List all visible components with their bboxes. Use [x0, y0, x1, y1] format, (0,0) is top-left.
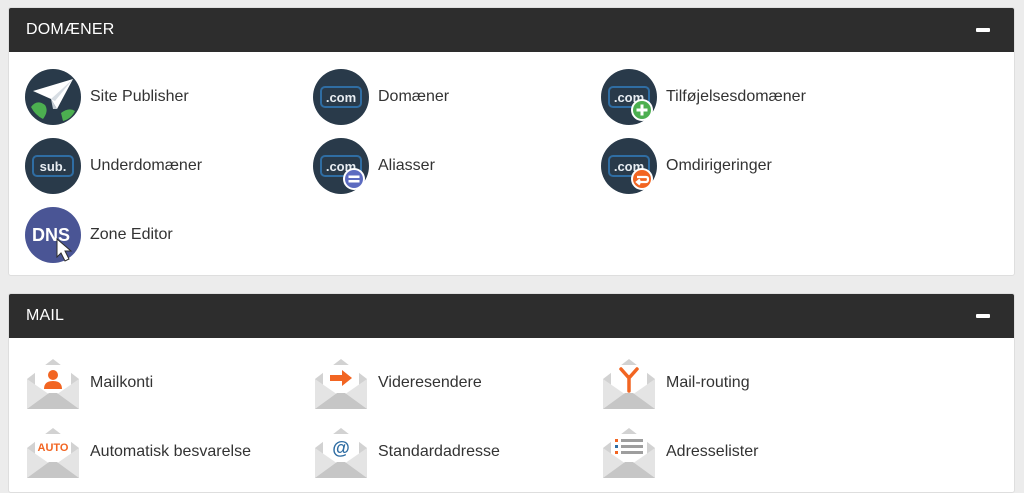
collapse-minus-icon[interactable]	[976, 314, 990, 318]
forwarders-label: Videresendere	[378, 374, 482, 391]
site-publisher-label: Site Publisher	[90, 88, 189, 105]
subdomains-link[interactable]: sub. Underdomæner	[25, 138, 313, 194]
aliases-link[interactable]: .com Aliasser	[313, 138, 601, 194]
default-address-icon: @	[315, 428, 367, 478]
addon-domains-link[interactable]: .com Tilføjelsesdomæner	[601, 69, 901, 125]
domains-label: Domæner	[378, 88, 450, 105]
mail-panel-header[interactable]: MAIL	[9, 294, 1014, 338]
email-routing-icon	[603, 359, 655, 409]
domains-icon: .com	[313, 69, 369, 125]
subdomains-label: Underdomæner	[90, 157, 203, 174]
mailing-lists-label: Adresselister	[666, 443, 759, 460]
domains-panel: DOMÆNER Site Publisher .com Domæner .com…	[8, 7, 1015, 276]
redirects-icon: .com	[601, 138, 657, 194]
site-publisher-icon	[25, 69, 81, 125]
subdomains-icon: sub.	[25, 138, 81, 194]
forwarders-icon	[315, 359, 367, 409]
redirects-label: Omdirigeringer	[666, 157, 772, 174]
zone-editor-badge: DNS	[32, 225, 70, 245]
mail-panel: MAIL Mailkonti Videresendere Mail-routin…	[8, 293, 1015, 493]
email-routing-link[interactable]: Mail-routing	[601, 355, 901, 411]
zone-editor-link[interactable]: DNS Zone Editor	[25, 207, 313, 263]
aliases-icon: .com	[313, 138, 369, 194]
domains-badge: .com	[326, 90, 356, 105]
autoresponders-link[interactable]: AUTO Automatisk besvarelse	[25, 424, 313, 480]
zone-editor-label: Zone Editor	[90, 226, 173, 243]
autoresponders-badge: AUTO	[38, 442, 69, 454]
default-address-label: Standardadresse	[378, 443, 500, 460]
redirects-link[interactable]: .com Omdirigeringer	[601, 138, 901, 194]
email-accounts-label: Mailkonti	[90, 374, 154, 391]
autoresponders-label: Automatisk besvarelse	[90, 443, 251, 460]
email-accounts-link[interactable]: Mailkonti	[25, 355, 313, 411]
domains-link[interactable]: .com Domæner	[313, 69, 601, 125]
default-address-badge: @	[332, 438, 350, 458]
subdomains-badge: sub.	[40, 159, 67, 174]
mailing-lists-link[interactable]: Adresselister	[601, 424, 901, 480]
domains-panel-title: DOMÆNER	[26, 21, 115, 38]
zone-editor-icon: DNS	[25, 207, 81, 263]
domains-panel-header[interactable]: DOMÆNER	[9, 8, 1014, 52]
mailing-lists-icon	[603, 428, 655, 478]
email-routing-label: Mail-routing	[666, 374, 750, 391]
addon-domains-label: Tilføjelsesdomæner	[666, 88, 806, 105]
forwarders-link[interactable]: Videresendere	[313, 355, 601, 411]
addon-domains-icon: .com	[601, 69, 657, 125]
mail-panel-title: MAIL	[26, 307, 65, 324]
default-address-link[interactable]: @ Standardadresse	[313, 424, 601, 480]
collapse-minus-icon[interactable]	[976, 28, 990, 32]
site-publisher-link[interactable]: Site Publisher	[25, 69, 313, 125]
email-accounts-icon	[27, 359, 79, 409]
aliases-label: Aliasser	[378, 157, 435, 174]
autoresponders-icon: AUTO	[27, 428, 79, 478]
